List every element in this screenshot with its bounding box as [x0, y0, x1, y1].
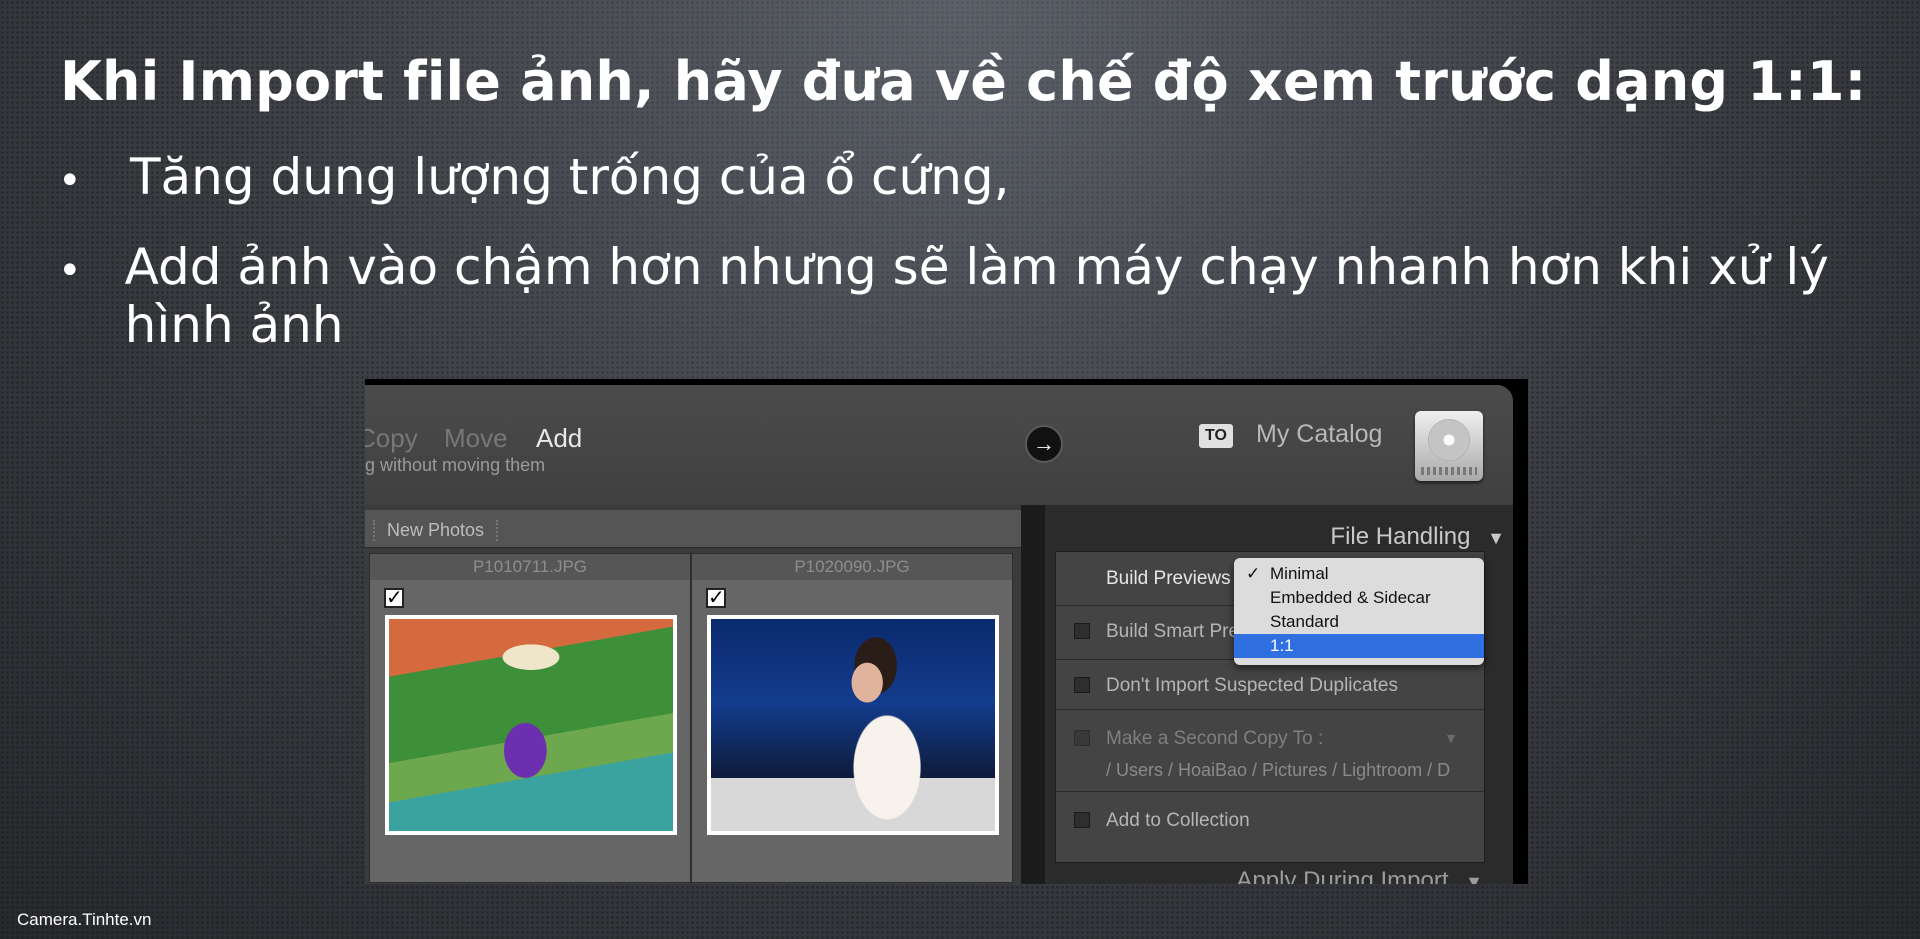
- photo-filename: P1020090.JPG: [692, 554, 1012, 580]
- photo-grid-pane: New Photos P1010711.JPG ✓ P1020090.JPG ✓: [365, 505, 1042, 884]
- dropdown-option-label: Standard: [1270, 612, 1339, 631]
- bullet-item: • Add ảnh vào chậm hơn nhưng sẽ làm máy …: [58, 238, 1920, 354]
- import-header-bar: Copy Move Add og without moving them → T…: [365, 385, 1513, 505]
- collapse-triangle-icon[interactable]: ▼: [1487, 528, 1505, 548]
- dropdown-option-label: Embedded & Sidecar: [1270, 588, 1431, 607]
- checkmark-icon: ✓: [1246, 564, 1261, 583]
- chevron-down-icon[interactable]: ▼: [1444, 730, 1458, 746]
- watermark: Camera.Tinhte.vn: [17, 910, 152, 929]
- lightroom-import-screenshot: Copy Move Add og without moving them → T…: [365, 379, 1528, 884]
- hard-drive-icon: [1415, 411, 1483, 481]
- dropdown-option-label: Minimal: [1270, 564, 1329, 583]
- add-to-collection-checkbox[interactable]: [1074, 812, 1090, 828]
- photo-filename: P1010711.JPG: [370, 554, 690, 580]
- file-handling-options: Build Previews Build Smart Previews Don'…: [1055, 551, 1485, 863]
- dont-import-duplicates-checkbox[interactable]: [1074, 677, 1090, 693]
- to-badge: TO: [1199, 424, 1233, 448]
- second-copy-label: Make a Second Copy To :: [1106, 728, 1324, 749]
- build-smart-previews-checkbox[interactable]: [1074, 623, 1090, 639]
- apply-during-import-title: Apply During Import: [1236, 867, 1449, 884]
- build-previews-dropdown[interactable]: ✓ Minimal Embedded & Sidecar Standard 1:…: [1234, 558, 1484, 665]
- second-copy-path[interactable]: / Users / HoaiBao / Pictures / Lightroom…: [1106, 760, 1450, 781]
- destination-catalog-label[interactable]: My Catalog: [1256, 420, 1382, 449]
- bullet-item: • Tăng dung lượng trống của ổ cứng,: [58, 148, 1010, 206]
- add-to-collection-row: Add to Collection: [1056, 792, 1484, 850]
- mode-description: og without moving them: [365, 455, 546, 475]
- arrow-right-icon[interactable]: →: [1025, 425, 1063, 463]
- bullet-text: Add ảnh vào chậm hơn nhưng sẽ làm máy ch…: [124, 238, 1829, 354]
- second-copy-checkbox[interactable]: [1074, 730, 1090, 746]
- build-previews-label: Build Previews: [1106, 568, 1231, 589]
- duplicates-row: Don't Import Suspected Duplicates: [1056, 660, 1484, 710]
- bullet-glyph: •: [58, 248, 82, 294]
- photo-checkbox[interactable]: ✓: [384, 588, 404, 608]
- dropdown-option-embedded-sidecar[interactable]: Embedded & Sidecar: [1234, 586, 1484, 610]
- dont-import-duplicates-label: Don't Import Suspected Duplicates: [1106, 675, 1398, 696]
- file-handling-panel: File Handling ▼ Build Previews Build Sma…: [1043, 505, 1513, 884]
- slide-title: Khi Import file ảnh, hãy đưa về chế độ x…: [60, 50, 1867, 113]
- file-handling-header[interactable]: File Handling ▼: [1330, 523, 1505, 551]
- dropdown-option-minimal[interactable]: ✓ Minimal: [1234, 562, 1484, 586]
- second-copy-row: Make a Second Copy To : ▼ / Users / Hoai…: [1056, 710, 1484, 792]
- photo-thumbnail[interactable]: [707, 615, 999, 835]
- bullet-glyph: •: [58, 158, 82, 204]
- bullet-text: Tăng dung lượng trống của ổ cứng,: [130, 148, 1010, 206]
- photo-cell[interactable]: P1010711.JPG ✓: [369, 553, 691, 883]
- photo-thumbnail[interactable]: [385, 615, 677, 835]
- photo-cell[interactable]: P1020090.JPG ✓: [691, 553, 1013, 883]
- photo-checkbox[interactable]: ✓: [706, 588, 726, 608]
- grid-toolbar: New Photos: [365, 510, 1042, 548]
- mode-copy-button[interactable]: Copy: [365, 423, 418, 454]
- grid-scrollbar[interactable]: [1021, 505, 1043, 884]
- mode-add-button[interactable]: Add: [536, 423, 582, 454]
- dropdown-option-standard[interactable]: Standard: [1234, 610, 1484, 634]
- file-handling-title: File Handling: [1330, 523, 1471, 550]
- add-to-collection-label: Add to Collection: [1106, 810, 1250, 831]
- collapse-triangle-icon[interactable]: ▼: [1465, 872, 1483, 884]
- new-photos-tab[interactable]: New Photos: [373, 520, 499, 541]
- mode-move-button[interactable]: Move: [444, 423, 508, 454]
- dropdown-option-1-1[interactable]: 1:1: [1234, 634, 1484, 658]
- dropdown-option-label: 1:1: [1270, 636, 1294, 655]
- apply-during-import-header[interactable]: Apply During Import ▼: [1236, 867, 1483, 884]
